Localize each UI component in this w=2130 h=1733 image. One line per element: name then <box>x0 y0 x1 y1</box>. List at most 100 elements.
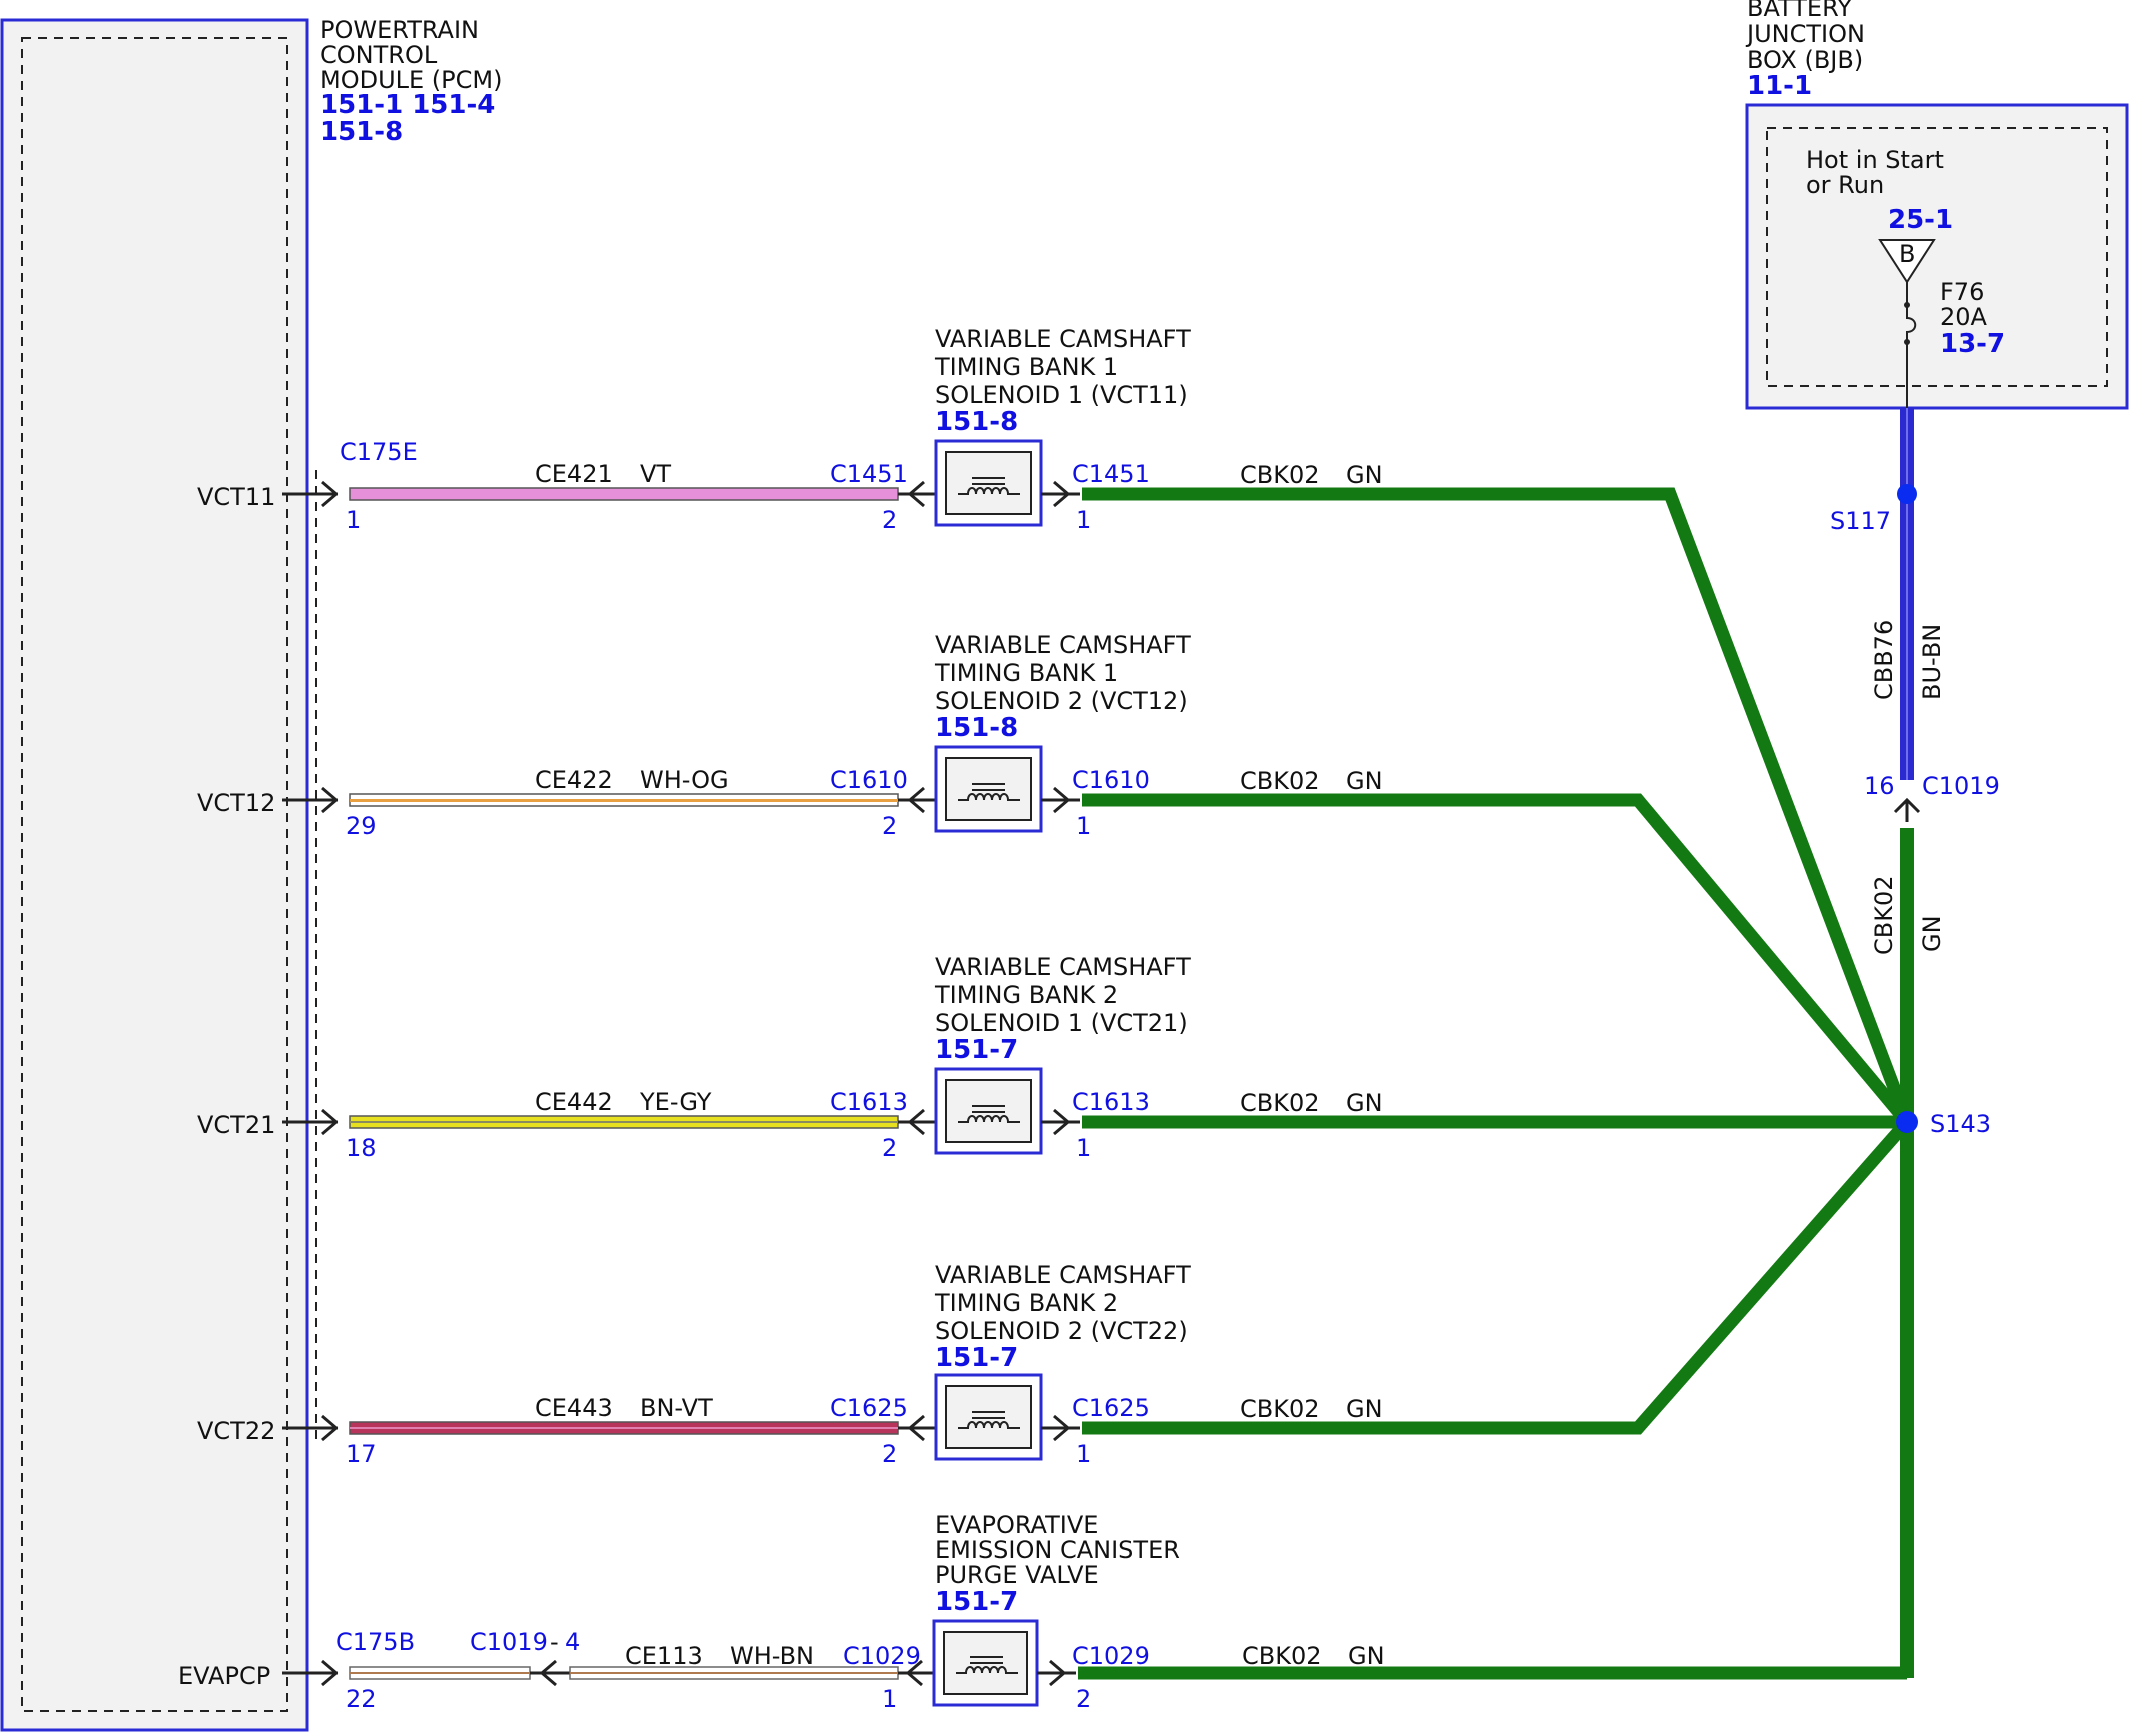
wire-circuit: CE421 <box>535 460 613 488</box>
pcm-pin: 18 <box>346 1134 377 1162</box>
comp-pin-out: 1 <box>1076 1440 1091 1468</box>
comp-line-2: EMISSION CANISTER <box>935 1536 1180 1564</box>
pcm-ref-1[interactable]: 151-1 151-4 <box>320 90 495 120</box>
wire-color: YE-GY <box>639 1088 712 1116</box>
comp-line-3: SOLENOID 2 (VCT12) <box>935 687 1188 715</box>
solenoid-icon[interactable] <box>932 1619 1039 1707</box>
comp-ref[interactable]: 151-7 <box>935 1587 1018 1617</box>
comp-connector-in: C1610 <box>830 766 908 794</box>
feed-connector-arrow-icon <box>1893 797 1921 822</box>
comp-line-3: PURGE VALVE <box>935 1561 1099 1589</box>
wire-color: WH-BN <box>730 1642 814 1670</box>
gnd-color: GN <box>1348 1642 1385 1670</box>
gnd-circuit: CBK02 <box>1240 461 1320 489</box>
comp-line-1: VARIABLE CAMSHAFT <box>935 325 1191 353</box>
wire-color: BN-VT <box>640 1394 713 1422</box>
wire-ce422[interactable] <box>349 793 899 807</box>
feed-connector: C1019 <box>1922 772 2000 800</box>
row-vct22: VCT22 17 CE443 BN-VT C1625 2 VARIABLE CA… <box>197 1261 1383 1468</box>
pcm-pin: 17 <box>346 1440 377 1468</box>
gnd-color: GN <box>1346 461 1383 489</box>
feed-wire-cbb76[interactable] <box>1900 408 1914 780</box>
pcm-ref-2[interactable]: 151-8 <box>320 117 403 147</box>
fuse-name: F76 <box>1940 278 1984 306</box>
comp-pin-in: 2 <box>882 1134 897 1162</box>
gnd-circuit: CBK02 <box>1242 1642 1322 1670</box>
gnd-circuit: CBK02 <box>1240 1089 1320 1117</box>
comp-ref[interactable]: 151-7 <box>935 1035 1018 1065</box>
bjb-label-line-3: BOX (BJB) <box>1747 46 1863 74</box>
bjb-bus-ref[interactable]: 25-1 <box>1888 205 1953 235</box>
comp-connector-out: C1613 <box>1072 1088 1150 1116</box>
wire-ce113-a[interactable] <box>349 1666 531 1680</box>
pcm-pin-name: VCT11 <box>197 483 275 511</box>
comp-pin-out: 1 <box>1076 812 1091 840</box>
comp-connector-out: C1610 <box>1072 766 1150 794</box>
pcm-label-line-1: POWERTRAIN <box>320 16 479 44</box>
pcm-pin: 22 <box>346 1685 377 1713</box>
comp-line-1: VARIABLE CAMSHAFT <box>935 953 1191 981</box>
gnd-color: GN <box>1346 1089 1383 1117</box>
comp-connector-in: C1029 <box>843 1642 921 1670</box>
comp-ref[interactable]: 151-7 <box>935 1343 1018 1373</box>
comp-pin-out: 1 <box>1076 506 1091 534</box>
row-vct11: VCT11 C175E 1 CE421 VT C1451 2 VARIABLE … <box>197 325 1383 534</box>
row-vct21: VCT21 18 CE442 YE-GY C1613 2 VARIABLE CA… <box>197 953 1383 1162</box>
ground-fan-wires[interactable] <box>1078 487 1914 1680</box>
solenoid-icon[interactable] <box>934 1373 1043 1461</box>
wire-ce421[interactable] <box>349 487 899 501</box>
comp-line-1: VARIABLE CAMSHAFT <box>935 631 1191 659</box>
comp-pin-out: 2 <box>1076 1685 1091 1713</box>
splice-s117-dot[interactable] <box>1897 484 1917 504</box>
comp-connector-in: C1625 <box>830 1394 908 1422</box>
wire-color: WH-OG <box>640 766 729 794</box>
wire-circuit: CE442 <box>535 1088 613 1116</box>
comp-connector-in: C1613 <box>830 1088 908 1116</box>
comp-ref[interactable]: 151-8 <box>935 407 1018 437</box>
gnd-color: GN <box>1346 767 1383 795</box>
bjb-ref[interactable]: 11-1 <box>1747 71 1812 101</box>
comp-connector-out: C1625 <box>1072 1394 1150 1422</box>
inline-dash: - <box>550 1628 559 1656</box>
pcm-connector: C175E <box>340 438 418 466</box>
row-evapcp: EVAPCP C175B 22 C1019 - 4 CE113 WH-BN C1… <box>178 1511 1385 1713</box>
pcm-pin-name: VCT22 <box>197 1417 275 1445</box>
pcm-pin-name: EVAPCP <box>178 1662 270 1690</box>
comp-line-2: TIMING BANK 2 <box>934 981 1118 1009</box>
comp-ref[interactable]: 151-8 <box>935 713 1018 743</box>
pcm-pin-name: VCT12 <box>197 789 275 817</box>
wire-circuit: CE113 <box>625 1642 703 1670</box>
splice-s143-label: S143 <box>1930 1110 1991 1138</box>
pcm-module[interactable] <box>0 18 309 1732</box>
trunk-color-label: GN <box>1918 915 1946 952</box>
comp-connector-out: C1451 <box>1072 460 1150 488</box>
ground-trunk-wire[interactable] <box>1900 828 1914 1678</box>
bus-letter: B <box>1899 240 1915 268</box>
inline-pin: 4 <box>565 1628 580 1656</box>
pcm-pin: 29 <box>346 812 377 840</box>
solenoid-icon[interactable] <box>934 745 1043 833</box>
splice-s143-dot[interactable] <box>1896 1111 1918 1133</box>
row-vct12: VCT12 29 CE422 WH-OG C1610 2 VARIABLE CA… <box>197 631 1383 840</box>
pcm-pin-name: VCT21 <box>197 1111 275 1139</box>
comp-line-2: TIMING BANK 1 <box>934 353 1118 381</box>
wire-circuit: CE422 <box>535 766 613 794</box>
comp-pin-in: 2 <box>882 812 897 840</box>
solenoid-icon[interactable] <box>934 439 1043 527</box>
wire-ce443[interactable] <box>349 1421 899 1435</box>
fuse-rating: 20A <box>1940 303 1988 331</box>
wire-color: VT <box>640 460 671 488</box>
fuse-ref[interactable]: 13-7 <box>1940 329 2005 359</box>
solenoid-icon[interactable] <box>934 1067 1043 1155</box>
pcm-connector: C175B <box>336 1628 415 1656</box>
bjb-hot-line-2: or Run <box>1806 171 1884 199</box>
inline-connector: C1019 <box>470 1628 548 1656</box>
feed-pin: 16 <box>1864 772 1895 800</box>
wire-circuit: CE443 <box>535 1394 613 1422</box>
comp-pin-in: 2 <box>882 506 897 534</box>
wire-ce442[interactable] <box>349 1115 899 1129</box>
bjb-hot-line-1: Hot in Start <box>1806 146 1944 174</box>
connector-arrow-icon <box>1037 1659 1076 1687</box>
comp-line-2: TIMING BANK 1 <box>934 659 1118 687</box>
comp-pin-out: 1 <box>1076 1134 1091 1162</box>
